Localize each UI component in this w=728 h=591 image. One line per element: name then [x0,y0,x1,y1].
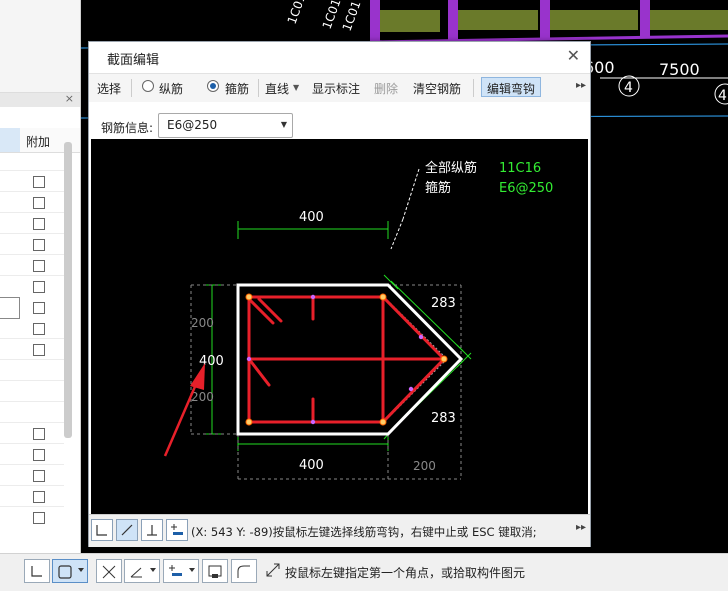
rectangle-draw-button[interactable] [52,559,88,583]
expand-icon[interactable] [265,562,281,578]
orthogonal-snap-button[interactable] [24,559,50,583]
chevron-down-icon [78,568,84,572]
print-icon[interactable] [202,559,228,583]
chevron-down-icon [189,568,195,572]
bottom-hint-text: 按鼠标左键指定第一个角点，或拾取构件图元 [285,566,526,580]
chevron-down-icon [150,568,156,572]
bottom-toolbar: 按鼠标左键指定第一个角点，或拾取构件图元 [0,553,728,591]
red-arrow-annotation [163,363,205,457]
arc-draw-button[interactable] [231,559,257,583]
cross-select-button[interactable] [96,559,122,583]
offset-button[interactable] [163,559,199,583]
angle-draw-button[interactable] [124,559,160,583]
